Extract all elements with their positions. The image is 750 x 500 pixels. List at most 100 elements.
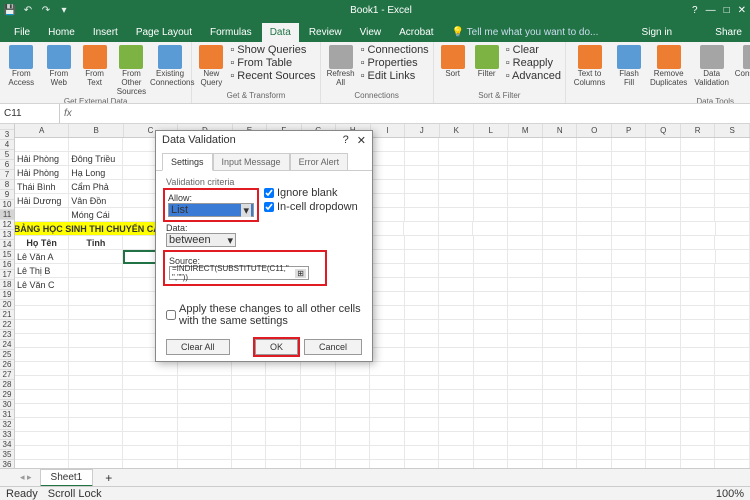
cell[interactable]	[123, 404, 177, 418]
cell[interactable]: Móng Cái	[69, 208, 123, 222]
cell[interactable]	[439, 390, 474, 404]
cell[interactable]	[681, 432, 716, 446]
cell[interactable]	[715, 348, 750, 362]
cell[interactable]	[577, 418, 612, 432]
cell[interactable]	[715, 138, 750, 152]
cell[interactable]	[370, 152, 405, 166]
sign-in[interactable]: Sign in	[634, 23, 681, 42]
cell[interactable]	[577, 152, 612, 166]
col-header[interactable]: Q	[646, 124, 680, 137]
cell[interactable]	[715, 292, 750, 306]
cell[interactable]	[646, 418, 681, 432]
cell[interactable]	[612, 264, 647, 278]
cell[interactable]	[715, 446, 750, 460]
cell[interactable]	[715, 320, 750, 334]
cell[interactable]	[646, 194, 681, 208]
cell[interactable]	[715, 418, 750, 432]
cell[interactable]	[370, 320, 405, 334]
cell[interactable]	[405, 376, 440, 390]
ribbon-sort[interactable]: Sort	[438, 44, 468, 80]
cell[interactable]	[405, 446, 440, 460]
qat-more-icon[interactable]: ▾	[58, 4, 70, 16]
cell[interactable]	[123, 390, 177, 404]
cell[interactable]	[15, 376, 69, 390]
cell[interactable]	[474, 166, 509, 180]
cell[interactable]	[543, 236, 578, 250]
cell[interactable]	[508, 362, 543, 376]
cell[interactable]	[439, 418, 474, 432]
cell[interactable]	[336, 446, 371, 460]
ribbon-properties[interactable]: ▫ Properties	[361, 57, 429, 69]
tell-me[interactable]: 💡 Tell me what you want to do...	[444, 23, 607, 42]
row-header[interactable]: 28	[0, 380, 14, 390]
ribbon-flash-fill[interactable]: Flash Fill	[613, 44, 645, 89]
cell[interactable]	[681, 166, 716, 180]
fx-icon[interactable]: fx	[60, 108, 76, 119]
row-header[interactable]: 32	[0, 420, 14, 430]
clear-all-button[interactable]: Clear All	[166, 339, 230, 355]
cell[interactable]	[543, 166, 578, 180]
cell[interactable]	[370, 334, 405, 348]
cell[interactable]: Đông Triều	[69, 152, 123, 166]
cell[interactable]: Thái Bình	[15, 180, 69, 194]
cell[interactable]	[508, 306, 543, 320]
cell[interactable]	[646, 432, 681, 446]
cell[interactable]	[123, 376, 177, 390]
cell[interactable]	[577, 348, 612, 362]
cell[interactable]	[508, 376, 543, 390]
cell[interactable]	[508, 334, 543, 348]
cell[interactable]	[646, 390, 681, 404]
cell[interactable]	[15, 334, 69, 348]
cell[interactable]	[543, 418, 578, 432]
cell[interactable]	[508, 348, 543, 362]
cell[interactable]	[69, 376, 123, 390]
cell[interactable]	[336, 362, 371, 376]
row-header[interactable]: 15	[0, 250, 14, 260]
cell[interactable]	[266, 404, 301, 418]
cell[interactable]	[405, 250, 440, 264]
cell[interactable]	[69, 390, 123, 404]
cell[interactable]	[474, 264, 509, 278]
cell[interactable]: Vân Đồn	[69, 194, 123, 208]
cell[interactable]	[646, 348, 681, 362]
cell[interactable]	[301, 376, 336, 390]
cell[interactable]	[405, 418, 440, 432]
row-header[interactable]: 5	[0, 150, 14, 160]
row-header[interactable]: 3	[0, 130, 14, 140]
cell[interactable]	[439, 432, 474, 446]
ribbon-from-text[interactable]: From Text	[79, 44, 110, 89]
cell[interactable]	[178, 404, 232, 418]
cell[interactable]	[336, 404, 371, 418]
cell[interactable]	[405, 208, 440, 222]
ignore-blank-checkbox[interactable]: Ignore blank	[264, 187, 358, 199]
cell[interactable]	[474, 362, 509, 376]
cell[interactable]	[370, 222, 405, 236]
save-icon[interactable]: 💾	[4, 4, 16, 16]
cell[interactable]	[301, 404, 336, 418]
cell[interactable]	[439, 320, 474, 334]
col-header[interactable]: P	[612, 124, 646, 137]
row-header[interactable]: 35	[0, 450, 14, 460]
cell[interactable]	[577, 320, 612, 334]
cell[interactable]	[405, 334, 440, 348]
cell[interactable]	[681, 152, 716, 166]
cell[interactable]	[474, 390, 509, 404]
cell[interactable]	[646, 320, 681, 334]
cell[interactable]	[577, 194, 612, 208]
cell[interactable]	[474, 250, 509, 264]
cell[interactable]	[474, 320, 509, 334]
cell[interactable]	[405, 236, 440, 250]
cell[interactable]	[577, 250, 612, 264]
cell[interactable]	[370, 278, 405, 292]
row-header[interactable]: 29	[0, 390, 14, 400]
cell[interactable]	[69, 404, 123, 418]
cell[interactable]	[439, 334, 474, 348]
cell[interactable]	[646, 446, 681, 460]
row-header[interactable]: 18	[0, 280, 14, 290]
cell[interactable]	[439, 152, 474, 166]
cell[interactable]	[15, 362, 69, 376]
cell[interactable]	[69, 250, 123, 264]
cell[interactable]	[405, 194, 440, 208]
cell[interactable]	[370, 418, 405, 432]
undo-icon[interactable]: ↶	[22, 4, 34, 16]
